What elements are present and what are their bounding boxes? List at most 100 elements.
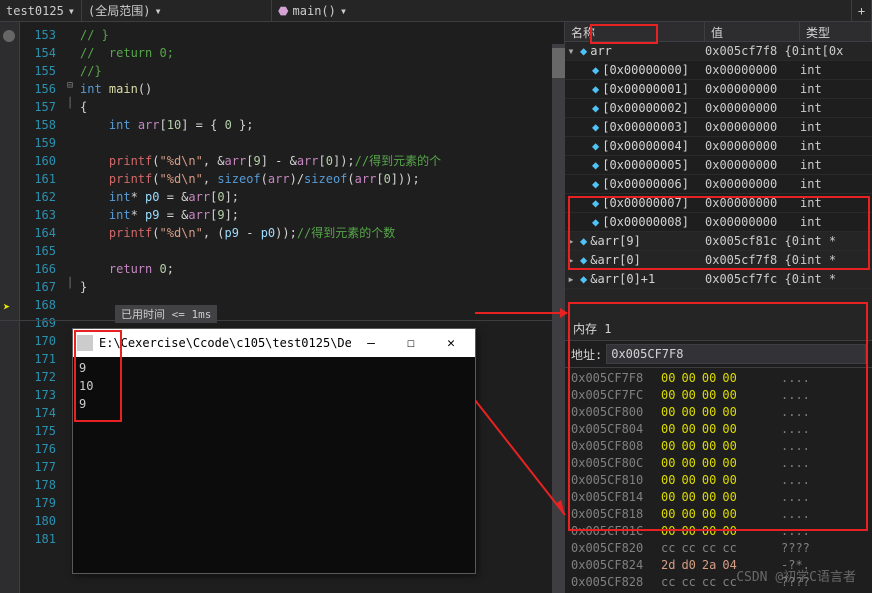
memory-row[interactable]: 0x005CF7FC00000000.... <box>565 387 872 404</box>
watch-row-ptr[interactable]: ▸◆&arr[0]0x005cf7f8 {0x...int * <box>565 251 872 270</box>
elapsed-hint: 已用时间 <= 1ms <box>115 305 217 323</box>
watch-row-ptr[interactable]: ▸◆&arr[0]+10x005cf7fc {0x...int * <box>565 270 872 289</box>
fold-toggle[interactable] <box>62 134 78 152</box>
variable-icon: ◆ <box>580 234 587 248</box>
fold-toggle[interactable] <box>62 170 78 188</box>
code-line[interactable]: int* p9 = &arr[9]; <box>78 206 564 224</box>
watch-row-element[interactable]: ◆[0x00000002]0x00000000int <box>565 99 872 118</box>
fold-toggle[interactable] <box>62 116 78 134</box>
fold-toggle[interactable] <box>62 260 78 278</box>
watch-row-element[interactable]: ◆[0x00000004]0x00000000int <box>565 137 872 156</box>
memory-row[interactable]: 0x005CF7F800000000.... <box>565 370 872 387</box>
console-output: 9109 <box>73 357 475 419</box>
fold-toggle[interactable] <box>62 62 78 80</box>
col-name[interactable]: 名称 <box>565 22 705 41</box>
app-icon <box>77 335 93 351</box>
expand-icon[interactable]: + <box>852 0 872 21</box>
fold-toggle[interactable] <box>62 152 78 170</box>
console-title: E:\Cexercise\Ccode\c105\test0125\Deb... <box>99 336 351 350</box>
console-window[interactable]: E:\Cexercise\Ccode\c105\test0125\Deb... … <box>72 328 476 574</box>
code-line[interactable]: int arr[10] = { 0 }; <box>78 116 564 134</box>
code-line[interactable]: int main() <box>78 80 564 98</box>
variable-icon: ◆ <box>592 120 599 134</box>
watch-row-ptr[interactable]: ▸◆&arr[9]0x005cf81c {0x...int * <box>565 232 872 251</box>
watch-row-element[interactable]: ◆[0x00000006]0x00000000int <box>565 175 872 194</box>
watch-row-element[interactable]: ◆[0x00000005]0x00000000int <box>565 156 872 175</box>
file-selector[interactable]: test0125▾ <box>0 0 82 21</box>
memory-row[interactable]: 0x005CF81000000000.... <box>565 472 872 489</box>
code-line[interactable] <box>78 242 564 260</box>
code-line[interactable]: // } <box>78 26 564 44</box>
breakpoint-icon[interactable] <box>3 30 15 42</box>
memory-row[interactable]: 0x005CF81800000000.... <box>565 506 872 523</box>
code-line[interactable]: // return 0; <box>78 44 564 62</box>
fold-toggle[interactable]: ⊟ <box>62 80 78 98</box>
chevron-down-icon: ▾ <box>68 4 75 18</box>
variable-icon: ◆ <box>580 272 587 286</box>
code-line[interactable] <box>78 134 564 152</box>
memory-address-bar: 地址: <box>565 341 872 368</box>
close-button[interactable]: ✕ <box>431 336 471 351</box>
watch-row-arr[interactable]: ▾◆arr0x005cf7f8 {0x...int[0x <box>565 42 872 61</box>
scope-selector[interactable]: (全局范围)▾ <box>82 0 272 21</box>
function-selector[interactable]: ⬣main()▾ <box>272 0 852 21</box>
watch-row-element[interactable]: ◆[0x00000008]0x00000000int <box>565 213 872 232</box>
col-value[interactable]: 值 <box>705 22 800 41</box>
fold-toggle[interactable] <box>62 188 78 206</box>
console-line: 10 <box>79 379 469 397</box>
code-line[interactable]: { <box>78 98 564 116</box>
memory-address-input[interactable] <box>606 344 866 364</box>
variable-icon: ◆ <box>592 215 599 229</box>
chevron-right-icon[interactable]: ▸ <box>565 253 577 267</box>
memory-row[interactable]: 0x005CF80400000000.... <box>565 421 872 438</box>
console-titlebar[interactable]: E:\Cexercise\Ccode\c105\test0125\Deb... … <box>73 329 475 357</box>
watch-row-element[interactable]: ◆[0x00000000]0x00000000int <box>565 61 872 80</box>
vertical-scrollbar[interactable] <box>552 44 565 593</box>
code-line[interactable]: printf("%d\n", sizeof(arr)/sizeof(arr[0]… <box>78 170 564 188</box>
fold-toggle[interactable] <box>62 44 78 62</box>
memory-row[interactable]: 0x005CF80000000000.... <box>565 404 872 421</box>
memory-rows: 0x005CF7F800000000....0x005CF7FC00000000… <box>565 368 872 593</box>
memory-row[interactable]: 0x005CF820cccccccc???? <box>565 540 872 557</box>
chevron-down-icon: ▾ <box>154 4 161 18</box>
code-line[interactable]: printf("%d\n", &arr[9] - &arr[0]);//得到元素… <box>78 152 564 170</box>
fold-toggle[interactable]: │ <box>62 278 78 296</box>
line-numbers: 1531541551561571581591601611621631641651… <box>20 22 62 593</box>
memory-row[interactable]: 0x005CF81C00000000.... <box>565 523 872 540</box>
method-icon: ⬣ <box>278 4 288 18</box>
chevron-right-icon[interactable]: ▸ <box>565 272 577 286</box>
memory-title: 内存 1 <box>565 317 872 341</box>
chevron-down-icon[interactable]: ▾ <box>565 44 577 58</box>
memory-row[interactable]: 0x005CF80800000000.... <box>565 438 872 455</box>
memory-row[interactable]: 0x005CF81400000000.... <box>565 489 872 506</box>
watch-body: ▾◆arr0x005cf7f8 {0x...int[0x◆[0x00000000… <box>565 42 872 289</box>
watch-row-element[interactable]: ◆[0x00000001]0x00000000int <box>565 80 872 99</box>
memory-panel: 内存 1 地址: 0x005CF7F800000000....0x005CF7F… <box>565 317 872 593</box>
minimize-button[interactable]: — <box>351 336 391 351</box>
variable-icon: ◆ <box>592 63 599 77</box>
watch-row-element[interactable]: ◆[0x00000007]0x00000000int <box>565 194 872 213</box>
watermark: CSDN @初学C语言者 <box>736 566 856 585</box>
chevron-right-icon[interactable]: ▸ <box>565 234 577 248</box>
address-label: 地址: <box>571 346 602 363</box>
watch-row-element[interactable]: ◆[0x00000003]0x00000000int <box>565 118 872 137</box>
code-line[interactable]: int* p0 = &arr[0]; <box>78 188 564 206</box>
code-line[interactable]: } <box>78 278 564 296</box>
variable-icon: ◆ <box>580 44 587 58</box>
variable-icon: ◆ <box>580 253 587 267</box>
fold-toggle[interactable] <box>62 242 78 260</box>
code-line[interactable]: return 0; <box>78 260 564 278</box>
fold-toggle[interactable] <box>62 26 78 44</box>
fold-toggle[interactable] <box>62 296 78 314</box>
console-line: 9 <box>79 397 469 415</box>
code-line[interactable]: printf("%d\n", (p9 - p0));//得到元素的个数 <box>78 224 564 242</box>
maximize-button[interactable]: ☐ <box>391 336 431 351</box>
watch-header: 名称 值 类型 <box>565 22 872 42</box>
fold-toggle[interactable] <box>62 224 78 242</box>
code-line[interactable]: //} <box>78 62 564 80</box>
fold-toggle[interactable]: │ <box>62 98 78 116</box>
console-line: 9 <box>79 361 469 379</box>
memory-row[interactable]: 0x005CF80C00000000.... <box>565 455 872 472</box>
fold-toggle[interactable] <box>62 206 78 224</box>
col-type[interactable]: 类型 <box>800 22 872 41</box>
